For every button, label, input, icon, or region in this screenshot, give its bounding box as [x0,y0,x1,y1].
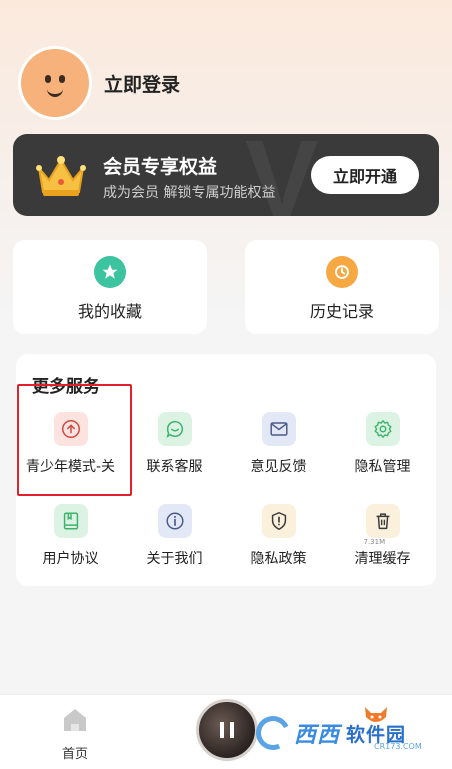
service-label: 隐私政策 [250,551,307,567]
history-label: 历史记录 [309,302,374,321]
service-clear-cache[interactable]: 7.31M 清理缓存 [330,504,435,568]
service-teen-mode[interactable]: 青少年模式-关 [18,412,123,476]
service-feedback[interactable]: 意见反馈 [226,412,331,476]
vip-title: 会员专享权益 [103,156,218,178]
service-label: 联系客服 [146,459,203,475]
service-label: 关于我们 [146,551,203,567]
clock-icon [326,256,358,288]
watermark-logo-icon [251,711,295,755]
service-user-agreement[interactable]: 用户协议 [18,504,123,568]
shield-icon [261,504,296,538]
favorites-card[interactable]: 我的收藏 [13,240,207,334]
nav-home[interactable]: 首页 [55,707,95,762]
nav-home-label: 首页 [61,747,88,762]
vip-open-button[interactable]: 立即开通 [311,156,419,194]
customer-service-icon [157,412,192,446]
vip-subtitle: 成为会员 解锁专属功能权益 [103,185,276,201]
service-label: 清理缓存 [354,551,411,567]
mail-icon [261,412,296,446]
star-icon [94,256,126,288]
avatar-face-icon [21,49,89,117]
service-about-us[interactable]: 关于我们 [122,504,227,568]
service-privacy-management[interactable]: 隐私管理 [330,412,435,476]
services-title: 更多服务 [32,377,100,397]
service-label: 青少年模式-关 [25,459,116,475]
watermark-url: CR173.COM [374,742,422,751]
info-icon [157,504,192,538]
service-privacy-policy[interactable]: 隐私政策 [226,504,331,568]
book-icon [53,504,88,538]
service-label: 隐私管理 [354,459,411,475]
mini-player[interactable] [196,699,258,761]
favorites-label: 我的收藏 [77,302,142,321]
more-services-panel: 更多服务 青少年模式-关 联系客服 意见反馈 隐私管理 用户协议 关于我们 隐私… [16,354,436,586]
site-watermark: 西西 软件园 CR173.COM [251,711,422,755]
avatar[interactable] [18,46,92,120]
trash-icon: 7.31M [364,504,400,546]
pause-icon[interactable] [220,722,234,738]
login-link[interactable]: 立即登录 [104,70,180,97]
crown-icon [36,156,86,196]
watermark-main: 西西 [294,723,341,748]
vip-banner[interactable]: V 会员专享权益 成为会员 解锁专属功能权益 立即开通 [13,134,439,216]
home-icon [64,709,86,731]
vip-watermark: V [245,134,319,216]
service-label: 用户协议 [42,551,99,567]
history-card[interactable]: 历史记录 [245,240,439,334]
service-label: 意见反馈 [250,459,307,475]
teen-mode-icon [53,412,88,446]
gear-icon [365,412,400,446]
profile-header[interactable]: 立即登录 [18,46,180,120]
service-customer-service[interactable]: 联系客服 [122,412,227,476]
cache-size-badge: 7.31M [363,538,386,546]
